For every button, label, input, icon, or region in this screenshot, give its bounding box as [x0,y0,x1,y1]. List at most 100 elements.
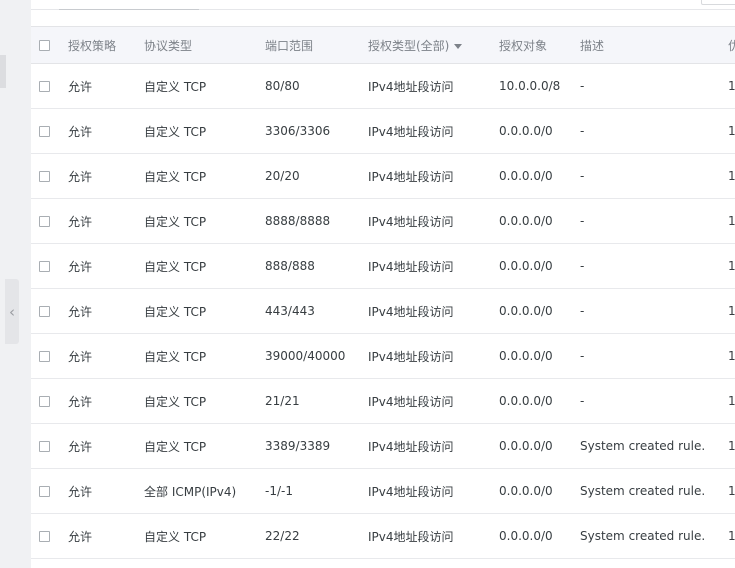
header-auth-type-filter[interactable]: 授权类型(全部) [368,26,499,64]
row-checkbox[interactable] [39,351,50,362]
row-checkbox[interactable] [39,486,50,497]
row-select-cell [31,513,68,559]
cell-policy: 允许 [68,468,144,514]
header-description: 描述 [580,26,728,64]
row-select-cell [31,423,68,469]
header-port-range: 端口范围 [265,26,368,64]
cell-policy: 允许 [68,423,144,469]
cell-auth-object: 0.0.0.0/0 [499,513,580,559]
cell-auth-object: 0.0.0.0/0 [499,333,580,379]
row-select-cell [31,153,68,199]
row-select-cell [31,288,68,334]
cell-description: - [580,243,728,289]
cell-auth-object: 0.0.0.0/0 [499,288,580,334]
cell-port-range: 20/20 [265,153,368,199]
cell-protocol: 自定义 TCP [144,63,265,109]
cell-priority: 1 [728,378,735,424]
cell-description: - [580,333,728,379]
cell-auth-object: 0.0.0.0/0 [499,153,580,199]
sidebar-collapse-handle[interactable]: ‹ [5,279,19,344]
select-all-checkbox[interactable] [39,40,50,51]
cell-priority: 1 [728,153,735,199]
cell-policy: 允许 [68,378,144,424]
row-select-cell [31,108,68,154]
cell-port-range: 22/22 [265,513,368,559]
row-checkbox[interactable] [39,261,50,272]
row-checkbox[interactable] [39,126,50,137]
cell-protocol: 自定义 TCP [144,288,265,334]
caret-down-icon [454,43,463,49]
cell-policy: 允许 [68,288,144,334]
cell-auth-type: IPv4地址段访问 [368,63,499,109]
cell-auth-object: 0.0.0.0/0 [499,198,580,244]
cell-port-range: 21/21 [265,378,368,424]
cell-policy: 允许 [68,63,144,109]
cell-auth-type: IPv4地址段访问 [368,513,499,559]
cell-description: System created rule. [580,513,728,559]
cell-priority: 1 [728,198,735,244]
table-row: 允许 自定义 TCP 80/80 IPv4地址段访问 10.0.0.0/8-1 [31,63,735,109]
cell-auth-type: IPv4地址段访问 [368,243,499,289]
cell-auth-object: 0.0.0.0/0 [499,108,580,154]
cell-priority: 1 [728,108,735,154]
cell-description: - [580,108,728,154]
cell-priority: 1 [728,243,735,289]
cell-auth-object: 0.0.0.0/0 [499,378,580,424]
cell-auth-type: IPv4地址段访问 [368,288,499,334]
row-checkbox[interactable] [39,306,50,317]
cell-protocol: 自定义 TCP [144,333,265,379]
cell-policy: 允许 [68,198,144,244]
cell-protocol: 自定义 TCP [144,108,265,154]
table-row: 允许 自定义 TCP 20/20 IPv4地址段访问 0.0.0.0/0-1 [31,153,735,199]
cell-description: - [580,198,728,244]
row-checkbox[interactable] [39,396,50,407]
cell-protocol: 自定义 TCP [144,153,265,199]
cell-auth-object: 0.0.0.0/0 [499,423,580,469]
cell-port-range: 888/888 [265,243,368,289]
cell-auth-object: 0.0.0.0/0 [499,243,580,289]
cell-auth-type: IPv4地址段访问 [368,153,499,199]
cell-port-range: 39000/40000 [265,333,368,379]
select-all-cell [31,26,68,64]
table-row: 允许 自定义 TCP 888/888 IPv4地址段访问 0.0.0.0/0-1 [31,243,735,289]
cell-protocol: 自定义 TCP [144,378,265,424]
cell-description: - [580,288,728,334]
cell-protocol: 自定义 TCP [144,243,265,289]
table-row: 允许 自定义 TCP 3306/3306 IPv4地址段访问 0.0.0.0/0-1 [31,108,735,154]
header-policy: 授权策略 [68,26,144,64]
row-checkbox[interactable] [39,171,50,182]
cell-port-range: 443/443 [265,288,368,334]
cell-auth-type: IPv4地址段访问 [368,378,499,424]
row-select-cell [31,63,68,109]
cell-auth-object: 0.0.0.0/0 [499,468,580,514]
cell-policy: 允许 [68,333,144,379]
row-select-cell [31,243,68,289]
cell-auth-object: 10.0.0.0/8 [499,63,580,109]
table-row: 允许 自定义 TCP 443/443 IPv4地址段访问 0.0.0.0/0-1 [31,288,735,334]
cell-policy: 允许 [68,243,144,289]
cell-protocol: 自定义 TCP [144,513,265,559]
cell-port-range: 3306/3306 [265,108,368,154]
header-priority: 优 [728,26,735,64]
cell-auth-type: IPv4地址段访问 [368,468,499,514]
cell-auth-type: IPv4地址段访问 [368,333,499,379]
header-protocol: 协议类型 [144,26,265,64]
table-row: 允许 自定义 TCP 8888/8888 IPv4地址段访问 0.0.0.0/0-1 [31,198,735,244]
cell-description: - [580,378,728,424]
cell-auth-type: IPv4地址段访问 [368,423,499,469]
cell-port-range: 8888/8888 [265,198,368,244]
chevron-left-icon: ‹ [9,302,15,321]
table-row: 允许 自定义 TCP 3389/3389 IPv4地址段访问 0.0.0.0/0 Syst… [31,423,735,469]
cell-description: System created rule. [580,423,728,469]
table-row: 允许 全部 ICMP(IPv4) -1/-1 IPv4地址段访问 0.0.0.0/0 Sy… [31,468,735,514]
row-checkbox[interactable] [39,81,50,92]
row-select-cell [31,198,68,244]
cell-description: - [580,63,728,109]
cell-priority: 1 [728,423,735,469]
toolbar-button-edge[interactable] [701,0,735,5]
row-checkbox[interactable] [39,216,50,227]
cell-protocol: 自定义 TCP [144,423,265,469]
row-checkbox[interactable] [39,441,50,452]
cell-auth-type: IPv4地址段访问 [368,108,499,154]
row-checkbox[interactable] [39,531,50,542]
